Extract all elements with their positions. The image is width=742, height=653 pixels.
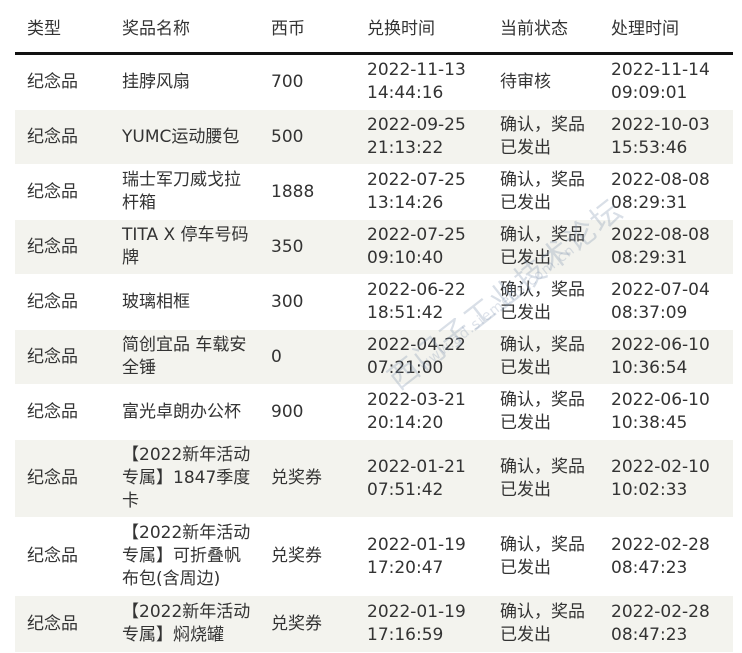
header-status: 当前状态 — [488, 0, 599, 55]
table-row: 纪念品 【2022新年活动专属】1847季度卡 兑奖券 2022-01-21 07:51… — [15, 439, 733, 518]
cell-coin: 500 — [259, 109, 355, 165]
cell-redeem-time: 2022-11-13 14:44:16 — [355, 53, 488, 110]
cell-redeem-time: 2022-04-22 07:21:00 — [355, 329, 488, 385]
cell-prize-name: 瑞士军刀威戈拉杆箱 — [110, 164, 259, 220]
cell-status: 确认，奖品已发出 — [488, 274, 599, 330]
header-type: 类型 — [15, 0, 110, 55]
cell-coin: 700 — [259, 53, 355, 110]
redemption-records-table: 类型 奖品名称 西币 兑换时间 当前状态 处理时间 纪念品 挂脖风扇 700 2022… — [15, 0, 733, 653]
table-row: 纪念品 瑞士军刀威戈拉杆箱 1888 2022-07-25 13:14:26 确认，奖品已… — [15, 164, 733, 220]
cell-status: 待审核 — [488, 53, 599, 110]
cell-prize-name: 玻璃相框 — [110, 274, 259, 330]
cell-process-time: 2022-10-03 15:53:46 — [599, 109, 733, 165]
cell-status: 确认，奖品已发出 — [488, 517, 599, 596]
cell-status: 确认，奖品已发出 — [488, 595, 599, 653]
cell-prize-name: TITA X 停车号码牌 — [110, 219, 259, 275]
cell-process-time: 2022-02-28 08:47:23 — [599, 517, 733, 596]
cell-coin: 兑奖券 — [259, 439, 355, 518]
cell-redeem-time: 2022-09-25 21:13:22 — [355, 109, 488, 165]
cell-process-time: 2022-08-08 08:29:31 — [599, 164, 733, 220]
cell-process-time: 2022-06-10 10:36:54 — [599, 329, 733, 385]
cell-status: 确认，奖品已发出 — [488, 164, 599, 220]
table-row: 纪念品 富光卓朗办公杯 900 2022-03-21 20:14:20 确认，奖品已发出 2… — [15, 384, 733, 440]
cell-type: 纪念品 — [15, 595, 110, 653]
cell-status: 确认，奖品已发出 — [488, 109, 599, 165]
cell-redeem-time: 2022-01-19 17:20:47 — [355, 517, 488, 596]
cell-redeem-time: 2022-03-21 20:14:20 — [355, 384, 488, 440]
cell-type: 纪念品 — [15, 329, 110, 385]
table-row: 纪念品 挂脖风扇 700 2022-11-13 14:44:16 待审核 2022-11-1… — [15, 53, 733, 110]
cell-process-time: 2022-07-04 08:37:09 — [599, 274, 733, 330]
cell-process-time: 2022-11-14 09:09:01 — [599, 53, 733, 110]
cell-prize-name: 简创宜品 车载安全锤 — [110, 329, 259, 385]
cell-type: 纪念品 — [15, 219, 110, 275]
cell-type: 纪念品 — [15, 53, 110, 110]
cell-prize-name: 挂脖风扇 — [110, 53, 259, 110]
table-header-row: 类型 奖品名称 西币 兑换时间 当前状态 处理时间 — [15, 0, 733, 55]
cell-process-time: 2022-08-08 08:29:31 — [599, 219, 733, 275]
cell-prize-name: 【2022新年活动专属】可折叠帆布包(含周边) — [110, 517, 259, 596]
cell-redeem-time: 2022-06-22 18:51:42 — [355, 274, 488, 330]
header-redeem-time: 兑换时间 — [355, 0, 488, 55]
cell-coin: 0 — [259, 329, 355, 385]
cell-process-time: 2022-02-10 10:02:33 — [599, 439, 733, 518]
cell-prize-name: 【2022新年活动专属】1847季度卡 — [110, 439, 259, 518]
table-row: 纪念品 YUMC运动腰包 500 2022-09-25 21:13:22 确认，奖品已发出… — [15, 109, 733, 165]
cell-coin: 350 — [259, 219, 355, 275]
cell-type: 纪念品 — [15, 164, 110, 220]
cell-status: 确认，奖品已发出 — [488, 439, 599, 518]
table-row: 纪念品 【2022新年活动专属】焖烧罐 兑奖券 2022-01-19 17:16:59 确… — [15, 595, 733, 653]
cell-status: 确认，奖品已发出 — [488, 219, 599, 275]
cell-coin: 300 — [259, 274, 355, 330]
header-process-time: 处理时间 — [599, 0, 733, 55]
cell-redeem-time: 2022-07-25 13:14:26 — [355, 164, 488, 220]
cell-coin: 兑奖券 — [259, 595, 355, 653]
cell-status: 确认，奖品已发出 — [488, 384, 599, 440]
cell-redeem-time: 2022-01-19 17:16:59 — [355, 595, 488, 653]
cell-type: 纪念品 — [15, 517, 110, 596]
cell-coin: 900 — [259, 384, 355, 440]
cell-redeem-time: 2022-07-25 09:10:40 — [355, 219, 488, 275]
cell-type: 纪念品 — [15, 274, 110, 330]
table-row: 纪念品 玻璃相框 300 2022-06-22 18:51:42 确认，奖品已发出 2022… — [15, 274, 733, 330]
cell-type: 纪念品 — [15, 439, 110, 518]
cell-type: 纪念品 — [15, 384, 110, 440]
cell-prize-name: 富光卓朗办公杯 — [110, 384, 259, 440]
cell-prize-name: 【2022新年活动专属】焖烧罐 — [110, 595, 259, 653]
header-coin: 西币 — [259, 0, 355, 55]
header-prize-name: 奖品名称 — [110, 0, 259, 55]
cell-process-time: 2022-06-10 10:38:45 — [599, 384, 733, 440]
table-row: 纪念品 TITA X 停车号码牌 350 2022-07-25 09:10:40 确认，奖… — [15, 219, 733, 275]
table-row: 纪念品 简创宜品 车载安全锤 0 2022-04-22 07:21:00 确认，奖品已发出… — [15, 329, 733, 385]
cell-status: 确认，奖品已发出 — [488, 329, 599, 385]
cell-type: 纪念品 — [15, 109, 110, 165]
cell-process-time: 2022-02-28 08:47:23 — [599, 595, 733, 653]
cell-coin: 兑奖券 — [259, 517, 355, 596]
cell-redeem-time: 2022-01-21 07:51:42 — [355, 439, 488, 518]
cell-prize-name: YUMC运动腰包 — [110, 109, 259, 165]
table-row: 纪念品 【2022新年活动专属】可折叠帆布包(含周边) 兑奖券 2022-01-19 1… — [15, 517, 733, 596]
cell-coin: 1888 — [259, 164, 355, 220]
